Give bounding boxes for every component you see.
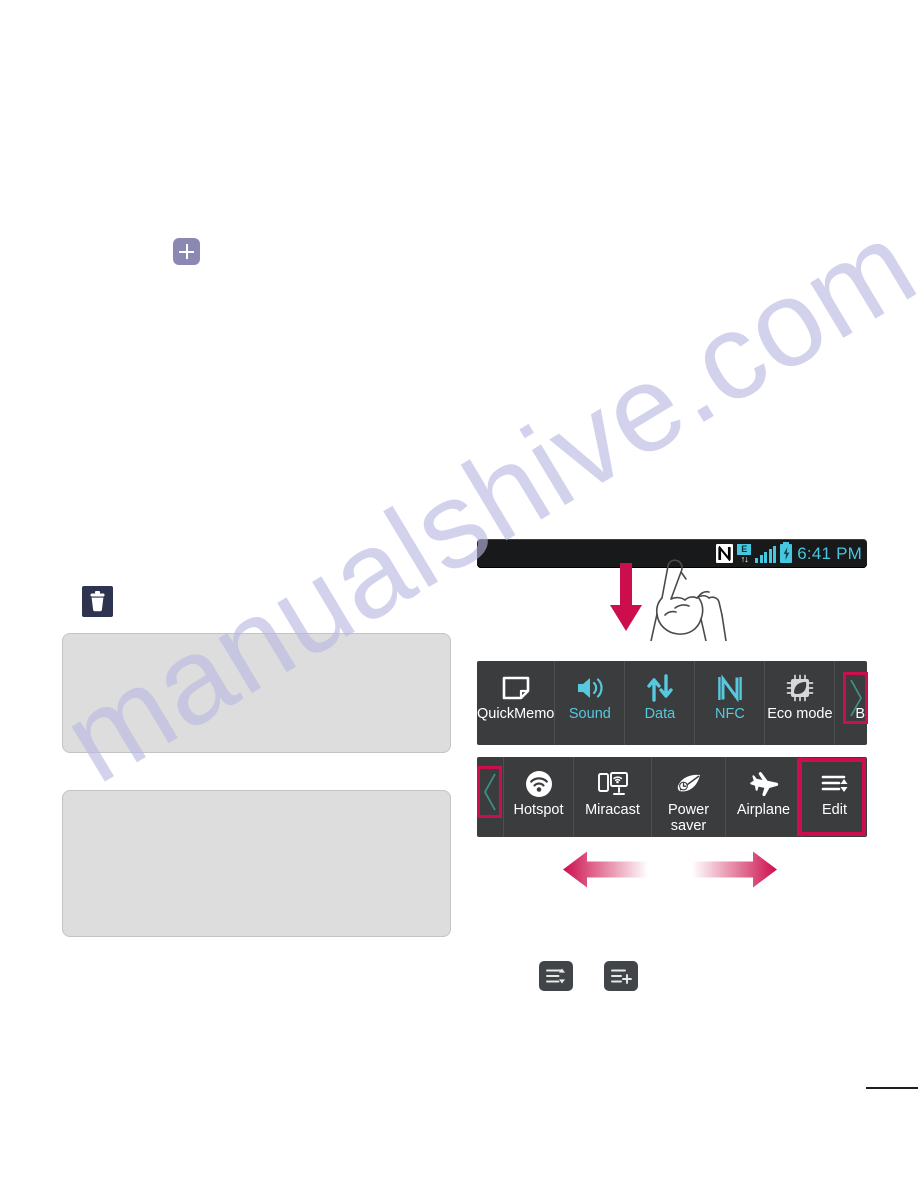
toggle-eco-mode[interactable]: Eco mode (764, 661, 834, 745)
toggle-label: Hotspot (513, 802, 564, 818)
airplane-icon (749, 769, 779, 799)
add-badge-icon (173, 238, 200, 265)
toggle-label: NFC (714, 706, 745, 722)
nfc-icon (717, 673, 743, 703)
edge-letter: E (737, 543, 752, 555)
quickmemo-icon (501, 673, 531, 703)
toggle-label: QuickMemo (477, 706, 555, 722)
battery-charging-icon (780, 542, 793, 563)
toggle-edit[interactable]: Edit (801, 757, 867, 837)
toggle-data[interactable]: Data (624, 661, 694, 745)
chevron-left-icon (483, 773, 496, 811)
signal-bars-icon (755, 545, 777, 563)
toggle-hotspot[interactable]: Hotspot (503, 757, 573, 837)
note-box-1 (62, 633, 451, 753)
quick-settings-row-2: Hotspot Miracast Power saver Airplane Ed… (477, 757, 867, 837)
miracast-icon (597, 769, 629, 799)
scroll-right-chevron[interactable] (843, 672, 868, 724)
add-toggle-icon (611, 969, 632, 984)
toggle-label: Eco mode (767, 706, 833, 722)
add-toggle-button[interactable] (604, 961, 638, 991)
hotspot-icon (525, 769, 553, 799)
reorder-toggles-button[interactable] (539, 961, 573, 991)
swipe-down-arrow-icon (610, 563, 642, 631)
reorder-toggles-icon (546, 968, 565, 984)
toggle-label: Edit (822, 802, 847, 818)
eco-mode-icon (786, 673, 814, 703)
charging-bolt-icon (783, 547, 790, 560)
edit-icon (820, 769, 850, 799)
toggle-sound[interactable]: Sound (554, 661, 624, 745)
swipe-right-arrow-icon (692, 851, 777, 888)
toggle-label: Data (644, 706, 676, 722)
status-bar-clock: 6:41 PM (797, 543, 862, 563)
power-saver-icon (674, 769, 704, 799)
edge-data-icon: E ↑↓ (737, 543, 752, 564)
page-footer-rule (866, 1087, 918, 1089)
hand-pointing-icon (650, 559, 727, 641)
toggle-label: Airplane (736, 802, 791, 818)
toggle-nfc[interactable]: NFC (694, 661, 764, 745)
watermark: manualshive.com (0, 0, 918, 1188)
toggle-airplane[interactable]: Airplane (725, 757, 801, 837)
sound-icon (575, 673, 605, 703)
data-icon (645, 673, 675, 703)
trash-badge-icon (82, 586, 113, 617)
data-arrows: ↑↓ (740, 553, 749, 564)
swipe-left-arrow-icon (563, 851, 648, 888)
trash-icon (90, 591, 105, 612)
toggle-power-saver[interactable]: Power saver (651, 757, 725, 837)
toggle-label: Sound (568, 706, 611, 722)
toggle-label: Power saver (667, 802, 710, 834)
toggle-quickmemo[interactable]: QuickMemo (477, 661, 554, 745)
quick-settings-row-1: QuickMemo Sound Data NFC Eco mode B (477, 661, 867, 745)
scroll-left-chevron[interactable] (477, 766, 502, 818)
note-box-2 (62, 790, 451, 937)
toggle-miracast[interactable]: Miracast (573, 757, 651, 837)
toggle-label: Miracast (585, 802, 640, 818)
chevron-right-icon (849, 679, 862, 717)
